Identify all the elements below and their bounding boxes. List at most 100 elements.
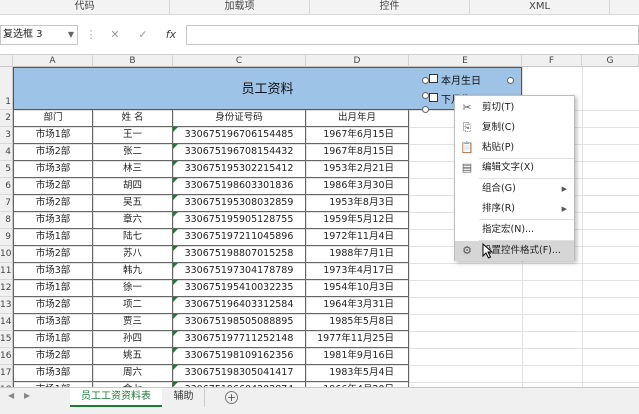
dept-cell[interactable]: 市场3部 [13,212,93,229]
name-cell[interactable]: 徐一 [93,280,173,297]
birth-date-cell[interactable]: 1972年11月4日 [306,229,409,246]
birth-date-cell[interactable]: 1977年11月25日 [306,331,409,348]
id-number-cell[interactable]: 330675197711252148 [173,331,306,348]
birth-date-cell[interactable]: 1983年5月4日 [306,365,409,382]
add-sheet-button[interactable]: + [225,391,238,404]
id-number-cell[interactable]: 330675198305041417 [173,365,306,382]
column-header-c[interactable]: C [173,55,306,67]
id-number-cell[interactable]: 330675198807015258 [173,246,306,263]
birth-date-cell[interactable]: 1954年10月3日 [306,280,409,297]
menu-item-cut[interactable]: ✂ 剪切(T) [455,98,574,118]
menu-item-order[interactable]: 排序(R) ▶ [455,199,574,219]
id-number-cell[interactable]: 330675198505088895 [173,314,306,331]
name-cell[interactable]: 章六 [93,212,173,229]
name-cell[interactable]: 胡四 [93,178,173,195]
dept-cell[interactable]: 市场2部 [13,348,93,365]
row-header[interactable]: 17 [0,365,13,382]
resize-handle[interactable] [422,106,429,113]
checkbox-next-month[interactable] [429,93,438,102]
name-cell[interactable]: 贾三 [93,314,173,331]
row-header[interactable]: 5 [0,161,13,178]
birth-date-cell[interactable]: 1985年5月8日 [306,314,409,331]
name-cell[interactable]: 陆七 [93,229,173,246]
row-header[interactable]: 6 [0,178,13,195]
sheet-tab-employee-salary[interactable]: 员工工资资料表 [70,388,162,407]
column-heading-birth-date-cell[interactable]: 出月年月 [306,110,409,127]
birth-date-cell[interactable]: 1959年5月12日 [306,212,409,229]
dept-cell[interactable]: 市场1部 [13,331,93,348]
name-cell[interactable]: 苏八 [93,246,173,263]
dept-cell[interactable]: 市场3部 [13,314,93,331]
row-header[interactable]: 16 [0,348,13,365]
chevron-down-icon[interactable]: ▼ [68,26,74,44]
column-header-f[interactable]: F [522,55,582,67]
row-header[interactable]: 2 [0,110,13,127]
birth-date-cell[interactable]: 1981年9月16日 [306,348,409,365]
name-cell[interactable]: 林三 [93,161,173,178]
name-cell[interactable]: 姚五 [93,348,173,365]
dept-cell[interactable]: 市场1部 [13,280,93,297]
name-cell[interactable]: 吴五 [93,195,173,212]
row-header[interactable]: 15 [0,331,13,348]
row-header[interactable]: 9 [0,229,13,246]
name-cell[interactable]: 张二 [93,144,173,161]
name-cell[interactable]: 项二 [93,297,173,314]
dept-cell[interactable]: 市场2部 [13,195,93,212]
name-cell[interactable]: 王一 [93,127,173,144]
row-header[interactable]: 3 [0,127,13,144]
column-heading-dept-cell[interactable]: 部门 [13,110,93,127]
insert-function-icon[interactable]: fx [162,26,180,44]
birth-date-cell[interactable]: 1953年8月3日 [306,195,409,212]
checkbox-this-month[interactable] [429,74,438,83]
resize-handle[interactable] [507,77,514,84]
menu-item-edit-text[interactable]: ▤ 编辑文字(X) [455,158,574,178]
row-header[interactable]: 11 [0,263,13,280]
enter-icon[interactable]: ✓ [134,26,152,44]
row-header[interactable]: 7 [0,195,13,212]
menu-item-group[interactable]: 组合(G) ▶ [455,179,574,199]
id-number-cell[interactable]: 330675198109162356 [173,348,306,365]
id-number-cell[interactable]: 330675197304178789 [173,263,306,280]
row-header[interactable]: 14 [0,314,13,331]
id-number-cell[interactable]: 330675195302215412 [173,161,306,178]
tab-nav-prev-icon[interactable]: ◀ [8,391,14,400]
dept-cell[interactable]: 市场2部 [13,246,93,263]
birth-date-cell[interactable]: 1953年2月21日 [306,161,409,178]
sheet-tab-helper[interactable]: 辅助 [163,388,205,407]
name-box[interactable]: 复选框 3 ▼ [0,25,78,45]
dept-cell[interactable]: 市场3部 [13,365,93,382]
id-number-cell[interactable]: 330675198603301836 [173,178,306,195]
name-cell[interactable]: 周六 [93,365,173,382]
menu-item-format-control[interactable]: ⚙ 设置控件格式(F)... [455,241,574,261]
menu-item-paste[interactable]: 📋 粘贴(P) [455,138,574,158]
row-header[interactable]: 12 [0,280,13,297]
dept-cell[interactable]: 市场3部 [13,161,93,178]
menu-item-copy[interactable]: ⎘ 复制(C) [455,118,574,138]
name-cell[interactable]: 孙四 [93,331,173,348]
dept-cell[interactable]: 市场3部 [13,263,93,280]
column-header-d[interactable]: D [306,55,409,67]
cancel-icon[interactable]: ✕ [106,26,124,44]
id-number-cell[interactable]: 330675196708154432 [173,144,306,161]
column-header-g[interactable]: G [582,55,639,67]
row-header[interactable]: 1 [0,67,13,110]
dept-cell[interactable]: 市场2部 [13,297,93,314]
tab-nav-next-icon[interactable]: ▶ [24,391,30,400]
birth-date-cell[interactable]: 1967年6月15日 [306,127,409,144]
dept-cell[interactable]: 市场1部 [13,229,93,246]
name-cell[interactable]: 韩九 [93,263,173,280]
row-header[interactable]: 4 [0,144,13,161]
id-number-cell[interactable]: 330675195308032859 [173,195,306,212]
dept-cell[interactable]: 市场2部 [13,144,93,161]
dept-cell[interactable]: 市场2部 [13,178,93,195]
column-heading-name-cell[interactable]: 姓 名 [93,110,173,127]
id-number-cell[interactable]: 330675195410032235 [173,280,306,297]
row-header[interactable]: 8 [0,212,13,229]
id-number-cell[interactable]: 330675195905128755 [173,212,306,229]
id-number-cell[interactable]: 330675197211045896 [173,229,306,246]
row-header[interactable]: 13 [0,297,13,314]
select-all-corner[interactable] [0,55,13,67]
birth-date-cell[interactable]: 1964年3月31日 [306,297,409,314]
birth-date-cell[interactable]: 1967年8月15日 [306,144,409,161]
birth-date-cell[interactable]: 1988年7月1日 [306,246,409,263]
